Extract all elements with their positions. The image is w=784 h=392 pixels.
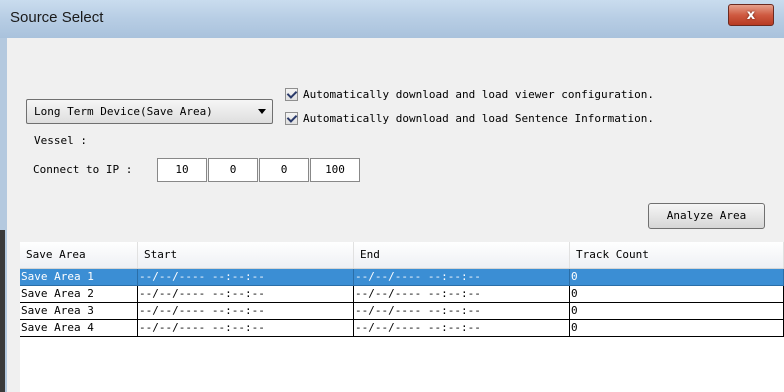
table-row[interactable]: Save Area 1 --/--/---- --:--:-- --/--/--…: [20, 269, 784, 286]
auto-viewer-config-label: Automatically download and load viewer c…: [303, 88, 654, 101]
window-title: Source Select: [10, 9, 104, 26]
close-icon: x: [746, 7, 756, 23]
cell-save-area: Save Area 1: [20, 269, 138, 286]
cell-track-count: 0: [570, 286, 784, 303]
table-row[interactable]: Save Area 3 --/--/---- --:--:-- --/--/--…: [20, 303, 784, 320]
cell-end: --/--/---- --:--:--: [354, 286, 570, 303]
ip-octet-2-field[interactable]: 0: [208, 158, 258, 182]
cell-track-count: 0: [570, 303, 784, 320]
source-combo-value: Long Term Device(Save Area): [34, 105, 213, 118]
cell-start: --/--/---- --:--:--: [138, 269, 354, 286]
vessel-label: Vessel :: [34, 134, 87, 147]
chevron-down-icon: [258, 109, 266, 114]
cell-save-area: Save Area 3: [20, 303, 138, 320]
connect-ip-label: Connect to IP :: [33, 163, 133, 176]
cell-save-area: Save Area 2: [20, 286, 138, 303]
auto-sentence-info-label: Automatically download and load Sentence…: [303, 112, 654, 125]
cell-end: --/--/---- --:--:--: [354, 303, 570, 320]
auto-sentence-info-checkbox[interactable]: [285, 112, 298, 125]
ip-octet-3-field[interactable]: 0: [259, 158, 309, 182]
source-combo[interactable]: Long Term Device(Save Area): [26, 99, 273, 124]
source-select-window: Source Select x Long Term Device(Save Ar…: [0, 0, 784, 392]
cell-start: --/--/---- --:--:--: [138, 303, 354, 320]
save-area-table: Save Area Start End Track Count Save Are…: [20, 242, 784, 392]
table-header: Save Area Start End Track Count: [20, 242, 784, 269]
column-header-save-area[interactable]: Save Area: [20, 242, 138, 268]
cell-track-count: 0: [570, 269, 784, 286]
cell-end: --/--/---- --:--:--: [354, 269, 570, 286]
cell-end: --/--/---- --:--:--: [354, 320, 570, 337]
cell-start: --/--/---- --:--:--: [138, 286, 354, 303]
table-row[interactable]: Save Area 2 --/--/---- --:--:-- --/--/--…: [20, 286, 784, 303]
analyze-area-button[interactable]: Analyze Area: [648, 203, 765, 229]
table-row[interactable]: Save Area 4 --/--/---- --:--:-- --/--/--…: [20, 320, 784, 337]
title-bar[interactable]: Source Select x: [0, 0, 784, 38]
ip-octet-4-field[interactable]: 100: [310, 158, 360, 182]
cell-save-area: Save Area 4: [20, 320, 138, 337]
column-header-start[interactable]: Start: [138, 242, 354, 268]
column-header-end[interactable]: End: [354, 242, 570, 268]
cell-start: --/--/---- --:--:--: [138, 320, 354, 337]
window-edge: [0, 230, 5, 392]
auto-viewer-config-checkbox[interactable]: [285, 88, 298, 101]
ip-octet-1-field[interactable]: 10: [157, 158, 207, 182]
cell-track-count: 0: [570, 320, 784, 337]
close-button[interactable]: x: [728, 4, 774, 26]
column-header-track-count[interactable]: Track Count: [570, 242, 784, 268]
